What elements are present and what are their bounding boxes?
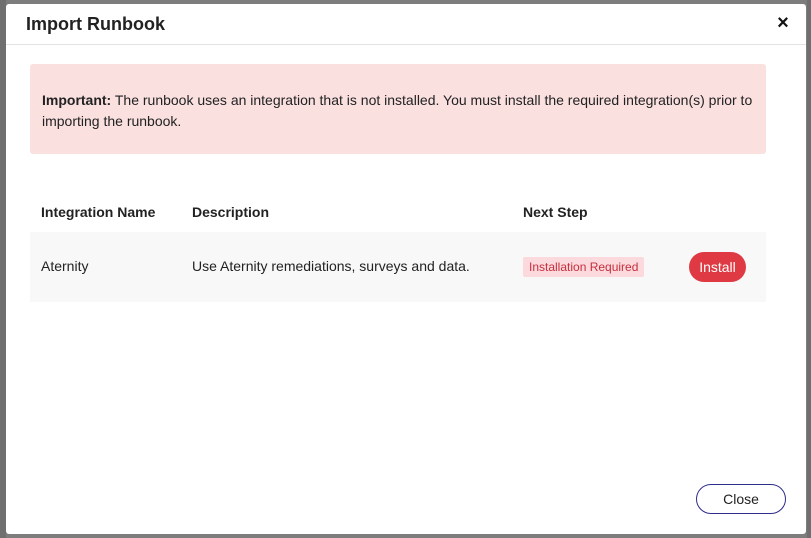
integration-description: Use Aternity remediations, surveys and d… xyxy=(192,258,470,274)
important-alert: Important: The runbook uses an integrati… xyxy=(30,64,766,154)
close-button[interactable]: Close xyxy=(696,484,786,514)
table-header: Integration Name Description Next Step xyxy=(30,204,766,224)
dialog-header: Import Runbook × xyxy=(6,4,806,45)
close-icon[interactable]: × xyxy=(772,12,794,34)
install-button[interactable]: Install xyxy=(689,252,746,282)
backdrop-right xyxy=(807,0,811,538)
column-description: Description xyxy=(192,204,270,220)
column-next-step: Next Step xyxy=(523,204,588,220)
status-badge: Installation Required xyxy=(523,257,645,277)
integration-name: Aternity xyxy=(41,258,89,274)
alert-message: The runbook uses an integration that is … xyxy=(42,92,753,129)
table-row: Aternity Use Aternity remediations, surv… xyxy=(30,232,766,302)
dialog-title: Import Runbook xyxy=(26,14,165,34)
import-runbook-dialog: Import Runbook × Important: The runbook … xyxy=(6,4,806,534)
alert-label: Important: xyxy=(42,92,112,108)
column-integration-name: Integration Name xyxy=(41,204,156,220)
